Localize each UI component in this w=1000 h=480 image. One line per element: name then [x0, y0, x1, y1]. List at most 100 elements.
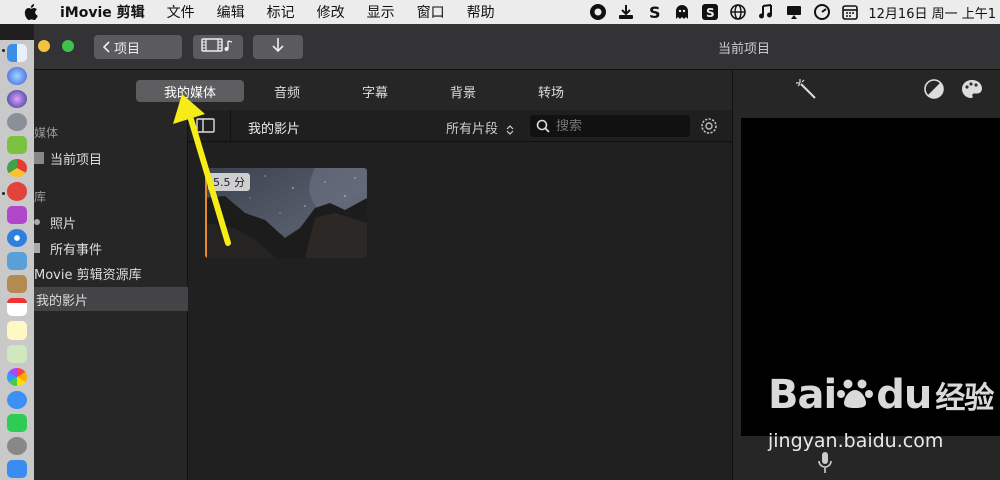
search-field[interactable]: [530, 115, 690, 137]
gauge-status-icon[interactable]: [812, 3, 832, 21]
s-app-status-icon[interactable]: S: [644, 3, 664, 21]
zoom-window-button[interactable]: [62, 40, 74, 52]
globe-status-icon[interactable]: [728, 3, 748, 21]
library-sidebar: 媒体 当前项目 库 照片 所有事件 Movie 剪辑资源库 我的影片: [34, 110, 188, 480]
sidebar-item-current-project[interactable]: 当前项目: [34, 146, 188, 170]
download-status-icon[interactable]: [616, 3, 636, 21]
menu-edit[interactable]: 编辑: [206, 2, 256, 22]
sidebar-item-label: 照片: [50, 216, 77, 232]
title-bar: 项目 当前项目: [34, 24, 1000, 70]
eye-status-icon[interactable]: [588, 3, 608, 21]
dock: [0, 40, 34, 480]
menu-file[interactable]: 文件: [156, 2, 206, 22]
app-purple-icon[interactable]: [7, 205, 27, 224]
music-status-icon[interactable]: [756, 3, 776, 21]
menu-window[interactable]: 窗口: [406, 2, 456, 22]
toolbar-divider: [230, 110, 231, 142]
photos-icon[interactable]: [7, 367, 27, 386]
chrome-icon[interactable]: [7, 159, 27, 178]
video-clip-thumbnail[interactable]: 5.5 分: [205, 168, 367, 258]
clip-playhead: [205, 168, 207, 258]
search-icon: [536, 119, 550, 133]
calendar-status-icon[interactable]: [840, 3, 860, 21]
baidu-logo: Bai du 经验: [768, 372, 994, 418]
svg-text:S: S: [649, 3, 661, 21]
search-input[interactable]: [556, 118, 676, 134]
menu-app[interactable]: iMovie 剪辑: [42, 2, 156, 22]
color-palette-icon[interactable]: [960, 78, 984, 100]
menu-view[interactable]: 显示: [356, 2, 406, 22]
sogou-status-icon[interactable]: S: [700, 3, 720, 21]
menu-modify[interactable]: 修改: [306, 2, 356, 22]
clip-filter-select[interactable]: 所有片段: [446, 118, 514, 137]
updown-chevron-icon: [506, 124, 514, 136]
app-store-icon[interactable]: [7, 459, 27, 478]
baidu-jingyan-watermark: Bai du 经验 jingyan.baidu.com: [760, 372, 996, 462]
app-red-icon[interactable]: [7, 182, 27, 201]
sidebar-header-library: 库: [34, 184, 188, 208]
launchpad-icon[interactable]: [7, 113, 27, 132]
back-to-projects-button[interactable]: 项目: [94, 35, 182, 59]
menu-bar: iMovie 剪辑 文件 编辑 标记 修改 显示 窗口 帮助 S S 12月16…: [0, 0, 1000, 24]
arrow-down-icon: [271, 37, 285, 57]
clip-duration-badge: 5.5 分: [208, 173, 250, 191]
photos-sidebar-icon: [34, 215, 48, 229]
ghost-status-icon[interactable]: [672, 3, 692, 21]
tab-my-media[interactable]: 我的媒体: [136, 80, 244, 102]
system-preferences-icon[interactable]: [7, 436, 27, 455]
watermark-cn: 经验: [935, 381, 994, 416]
color-balance-icon[interactable]: [923, 78, 945, 100]
import-button[interactable]: [253, 35, 303, 59]
svg-text:S: S: [706, 6, 715, 20]
menu-help[interactable]: 帮助: [456, 2, 506, 22]
calendar-icon[interactable]: [7, 297, 27, 317]
gear-icon[interactable]: [699, 116, 719, 136]
close-window-button[interactable]: [38, 40, 50, 52]
media-tabs: 我的媒体 音频 字幕 背景 转场: [34, 70, 732, 110]
tab-transitions[interactable]: 转场: [526, 80, 576, 102]
sidebar-header-library-label: 库: [34, 189, 47, 204]
sidebar-toggle-icon[interactable]: [196, 118, 216, 134]
back-button-label: 项目: [114, 41, 141, 57]
paw-icon: [836, 374, 876, 414]
sidebar-item-library[interactable]: Movie 剪辑资源库: [34, 261, 188, 285]
clip-filter-value: 所有片段: [446, 122, 499, 137]
film-icon: [34, 151, 48, 165]
menu-clock[interactable]: 12月16日 周一 上午1: [868, 3, 996, 22]
sidebar-item-label: 我的影片: [36, 293, 89, 309]
film-music-icon: [201, 37, 235, 57]
tab-backgrounds[interactable]: 背景: [438, 80, 488, 102]
browser-toolbar: 我的影片 所有片段: [188, 110, 732, 142]
siri-orb-icon[interactable]: [7, 90, 27, 109]
menu-mark[interactable]: 标记: [256, 2, 306, 22]
watermark-brand-2: du: [876, 372, 932, 418]
watermark-brand: Bai: [768, 372, 837, 418]
finder-icon[interactable]: [7, 44, 27, 63]
preview-icon[interactable]: [7, 251, 27, 270]
tab-audio[interactable]: 音频: [262, 80, 312, 102]
sidebar-item-photos[interactable]: 照片: [34, 210, 188, 234]
tab-titles[interactable]: 字幕: [350, 80, 400, 102]
media-browser: 5.5 分: [188, 143, 732, 480]
notes-brown-icon[interactable]: [7, 274, 27, 293]
apple-menu-icon[interactable]: [20, 1, 42, 23]
display-status-icon[interactable]: [784, 3, 804, 21]
sidebar-item-label: 所有事件: [50, 242, 103, 258]
media-browser-button[interactable]: [193, 35, 243, 59]
android-icon[interactable]: [7, 136, 27, 155]
sidebar-item-my-movie[interactable]: 我的影片: [34, 287, 188, 311]
chevron-left-icon: [102, 41, 110, 53]
notes-icon[interactable]: [7, 321, 27, 340]
browser-title: 我的影片: [248, 122, 301, 137]
viewer-toolbar: [733, 70, 1000, 114]
facetime-icon[interactable]: [7, 413, 27, 432]
safari-icon[interactable]: [7, 228, 27, 247]
siri-icon[interactable]: [7, 67, 27, 86]
window-title: 当前项目: [717, 42, 770, 57]
magic-wand-icon[interactable]: [795, 78, 819, 102]
sidebar-item-all-events[interactable]: 所有事件: [34, 236, 188, 260]
messages-icon[interactable]: [7, 390, 27, 409]
maps-icon[interactable]: [7, 344, 27, 363]
sidebar-header-media-label: 媒体: [34, 125, 59, 140]
sidebar-item-label: Movie 剪辑资源库: [34, 267, 142, 283]
